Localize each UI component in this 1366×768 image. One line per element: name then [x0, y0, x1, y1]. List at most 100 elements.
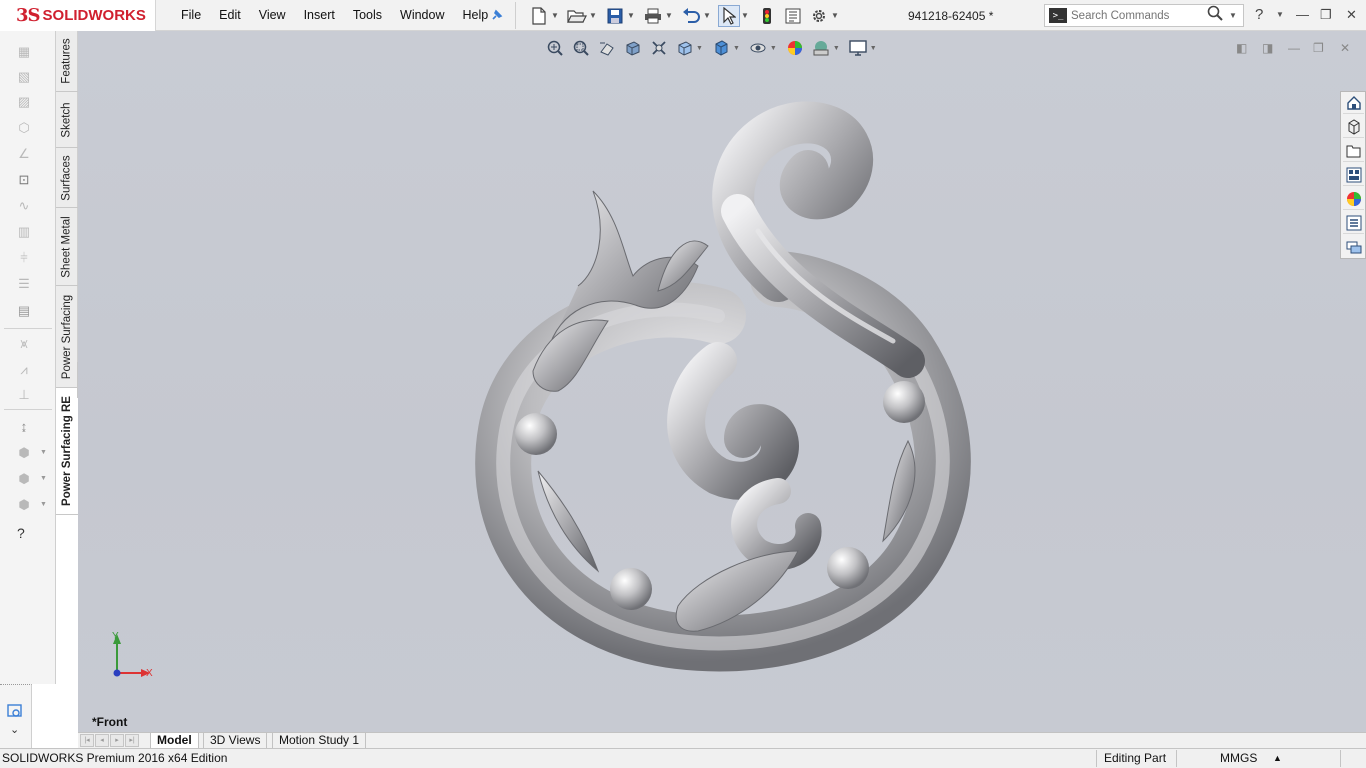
command-manager-tabs: Features Sketch Surfaces Sheet Metal Pow…: [56, 31, 78, 515]
menu-view[interactable]: View: [250, 0, 295, 31]
unit-system-button[interactable]: MMGS: [1220, 751, 1257, 765]
options-dropdown-icon[interactable]: ▼: [830, 11, 840, 20]
minimize-window-icon[interactable]: —: [1296, 7, 1309, 22]
surface-layers-icon[interactable]: ▤: [15, 303, 33, 319]
spline-icon[interactable]: ∿: [15, 198, 33, 214]
tab-features-label: Features: [61, 38, 74, 84]
search-dropdown-icon[interactable]: ▼: [1229, 11, 1237, 20]
tab-model[interactable]: Model: [150, 733, 199, 749]
select-cursor-icon[interactable]: [718, 4, 740, 27]
title-bar: 3S SOLIDWORKS File Edit View Insert Tool…: [0, 0, 1366, 31]
sketch-rectangle-icon[interactable]: ⊡: [15, 172, 33, 188]
swept-boss-icon[interactable]: ▨: [15, 94, 33, 110]
toolbar-separator: [515, 2, 516, 29]
close-window-icon[interactable]: ✕: [1346, 7, 1357, 23]
feature-manager-icon[interactable]: [7, 703, 23, 722]
mesh-icon-1[interactable]: ⩙: [15, 336, 33, 352]
feature-tree-collapsed-panel: ⌄: [0, 684, 32, 748]
command-prompt-icon[interactable]: >_: [1049, 8, 1067, 23]
brand-name: SOLIDWORKS: [42, 7, 146, 24]
tab-power-surfacing-label: Power Surfacing: [61, 294, 73, 379]
next-tab-icon[interactable]: ▸: [110, 734, 124, 747]
open-folder-icon[interactable]: [566, 5, 588, 27]
status-divider: [1096, 750, 1097, 767]
tab-features[interactable]: Features: [56, 31, 78, 92]
status-divider: [1176, 750, 1177, 767]
search-input[interactable]: [1071, 9, 1201, 22]
tab-sheet-metal[interactable]: Sheet Metal: [56, 208, 78, 286]
tab-3d-views[interactable]: 3D Views: [203, 733, 268, 749]
select-dropdown-icon[interactable]: ▼: [740, 11, 750, 20]
mirror-icon[interactable]: ⫩: [15, 250, 33, 266]
menu-edit[interactable]: Edit: [210, 0, 250, 31]
tab-surfaces-label: Surfaces: [61, 154, 74, 201]
pin-menu-icon[interactable]: [490, 8, 506, 24]
first-tab-icon[interactable]: |◂: [80, 734, 94, 747]
new-document-icon[interactable]: [528, 5, 550, 27]
tab-sketch[interactable]: Sketch: [56, 92, 78, 148]
options-gear-icon[interactable]: [808, 5, 830, 27]
section-icon[interactable]: ☰: [15, 276, 33, 292]
menu-insert[interactable]: Insert: [295, 0, 344, 31]
tool-icon-1[interactable]: ⬢: [15, 445, 33, 461]
command-separator: [4, 409, 52, 410]
ornament-model[interactable]: [78, 31, 1366, 732]
tool-dropdown-icon-1[interactable]: ▼: [40, 449, 47, 456]
tab-surfaces[interactable]: Surfaces: [56, 148, 78, 208]
prev-tab-icon[interactable]: ◂: [95, 734, 109, 747]
solidworks-logo[interactable]: 3S SOLIDWORKS: [0, 0, 156, 31]
editing-mode-label: Editing Part: [1104, 751, 1167, 765]
product-edition-label: SOLIDWORKS Premium 2016 x64 Edition: [2, 751, 228, 765]
undo-dropdown-icon[interactable]: ▼: [702, 11, 712, 20]
file-properties-icon[interactable]: [782, 5, 804, 27]
menu-window[interactable]: Window: [391, 0, 453, 31]
revolved-boss-icon[interactable]: ▧: [15, 69, 33, 85]
main-menu: File Edit View Insert Tools Window Help: [172, 0, 497, 31]
last-tab-icon[interactable]: ▸|: [125, 734, 139, 747]
open-dropdown-icon[interactable]: ▼: [588, 11, 598, 20]
help-icon[interactable]: ?: [1255, 6, 1263, 23]
search-commands-box: >_ ▼: [1044, 4, 1244, 27]
tab-sketch-label: Sketch: [61, 101, 74, 138]
triad-x-label: X: [146, 668, 153, 679]
view-name-label: *Front: [92, 715, 128, 729]
tool-icon-3[interactable]: ⬢: [15, 497, 33, 513]
save-dropdown-icon[interactable]: ▼: [626, 11, 636, 20]
lofted-boss-icon[interactable]: ⬡: [15, 120, 33, 136]
print-icon[interactable]: [642, 5, 664, 27]
tool-icon-2[interactable]: ⬢: [15, 471, 33, 487]
menu-file[interactable]: File: [172, 0, 210, 31]
restore-window-icon[interactable]: ❐: [1320, 7, 1332, 23]
save-icon[interactable]: [604, 5, 626, 27]
search-icon[interactable]: [1207, 5, 1223, 26]
tab-power-surfacing-re[interactable]: Power Surfacing RE: [56, 388, 78, 515]
model-tabs-bar: |◂ ◂ ▸ ▸| Model 3D Views Motion Study 1: [78, 732, 1366, 749]
tab-motion-study-1[interactable]: Motion Study 1: [272, 733, 367, 749]
sketch-line-icon[interactable]: ∠: [15, 146, 33, 162]
tool-dropdown-icon-3[interactable]: ▼: [40, 501, 47, 508]
help-dropdown-icon[interactable]: ▼: [1276, 10, 1284, 19]
undo-icon[interactable]: [680, 5, 702, 27]
new-dropdown-icon[interactable]: ▼: [550, 11, 560, 20]
status-divider: [1340, 750, 1341, 767]
print-dropdown-icon[interactable]: ▼: [664, 11, 674, 20]
tab-navigation-buttons: |◂ ◂ ▸ ▸|: [80, 734, 140, 747]
help-question-icon[interactable]: ?: [17, 525, 25, 541]
measure-icon[interactable]: ↨: [15, 419, 33, 435]
extruded-boss-icon[interactable]: ▦: [15, 44, 33, 60]
expand-chevron-icon[interactable]: ⌄: [10, 723, 19, 736]
ds-logo-mark: 3S: [16, 5, 41, 26]
quick-access-toolbar: ▼ ▼ ▼ ▼ ▼ ▼ ▼: [528, 3, 846, 28]
tab-power-surfacing-re-label: Power Surfacing RE: [61, 396, 74, 506]
mesh-icon-3[interactable]: ⊥: [15, 387, 33, 403]
command-manager: ▦ ▧ ▨ ⬡ ∠ ⊡ ∿ ▥ ⫩ ☰ ▤ ⩙ ⩘ ⊥ ↨ ⬢ ▼ ⬢ ▼ ⬢ …: [0, 31, 56, 684]
menu-tools[interactable]: Tools: [344, 0, 391, 31]
pattern-icon[interactable]: ▥: [15, 224, 33, 240]
graphics-area[interactable]: ▼ ▼ ▼ ▼ ▼ ◧ ◨ — ❐ ✕ Y X *Front: [78, 31, 1366, 732]
unit-system-arrow-icon[interactable]: ▲: [1273, 753, 1282, 763]
tab-power-surfacing[interactable]: Power Surfacing: [56, 286, 78, 388]
mesh-icon-2[interactable]: ⩘: [15, 362, 33, 378]
rebuild-traffic-light-icon[interactable]: [756, 5, 778, 27]
tool-dropdown-icon-2[interactable]: ▼: [40, 475, 47, 482]
document-title: 941218-62405 *: [908, 9, 994, 23]
